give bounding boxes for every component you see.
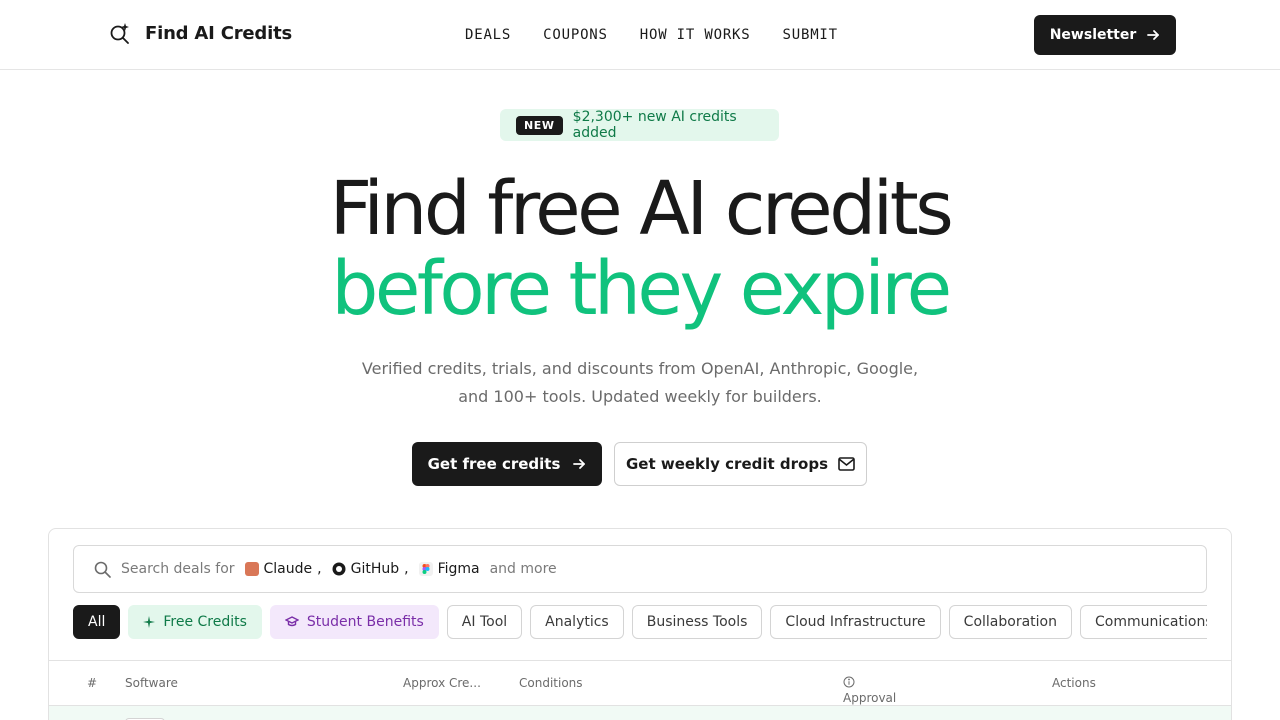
chip-collaboration-label: Collaboration xyxy=(963,614,1057,630)
col-approval-index[interactable]: Approval Index xyxy=(843,676,896,719)
nav-coupons[interactable]: COUPONS xyxy=(543,27,608,43)
chip-student-benefits[interactable]: Student Benefits xyxy=(269,605,439,639)
chip-all[interactable]: All xyxy=(73,605,121,639)
mail-icon xyxy=(838,457,855,471)
search-prefix: Search deals for xyxy=(121,561,235,577)
brand-figma-label: Figma xyxy=(437,561,480,577)
search-suffix: and more xyxy=(489,561,557,577)
newsletter-button[interactable]: Newsletter xyxy=(1034,15,1176,55)
table-header: # Software Approx Cre... Conditions Appr… xyxy=(49,660,1231,719)
arrow-right-icon xyxy=(1147,30,1160,40)
hero-title: Find free AI credits xyxy=(329,166,954,252)
nav-deals[interactable]: DEALS xyxy=(465,27,511,43)
nav-submit[interactable]: SUBMIT xyxy=(783,27,838,43)
announcement-badge[interactable]: NEW $2,300+ new AI credits added xyxy=(500,109,779,141)
table-row[interactable] xyxy=(49,706,1231,720)
chip-communications[interactable]: Communications xyxy=(1079,605,1207,639)
hero-title-accent: before they expire xyxy=(331,246,952,332)
chip-business-tools-label: Business Tools xyxy=(646,614,748,630)
claude-icon xyxy=(244,562,259,576)
chip-student-benefits-label: Student Benefits xyxy=(306,614,424,630)
weekly-credit-drops-label: Get weekly credit drops xyxy=(625,455,829,473)
col-approx-credits[interactable]: Approx Cre... xyxy=(403,676,481,690)
logo[interactable]: Find AI Credits xyxy=(109,22,292,44)
chip-business-tools[interactable]: Business Tools xyxy=(631,605,763,639)
search-brand-github: GitHub, xyxy=(332,561,409,577)
chip-free-credits-label: Free Credits xyxy=(163,614,247,630)
search-sparkle-icon xyxy=(110,23,129,44)
chip-communications-label: Communications xyxy=(1094,614,1207,630)
sparkle-icon xyxy=(143,616,156,628)
chip-analytics-label: Analytics xyxy=(545,614,609,630)
info-icon[interactable] xyxy=(843,676,855,688)
nav-how-it-works[interactable]: HOW IT WORKS xyxy=(640,27,751,43)
get-free-credits-label: Get free credits xyxy=(427,455,561,473)
new-tag: NEW xyxy=(516,115,563,135)
chip-ai-tool[interactable]: AI Tool xyxy=(446,605,523,639)
deals-panel: Search deals for Claude, GitHub, Figma a… xyxy=(48,528,1232,720)
search-brand-figma: Figma xyxy=(418,561,480,577)
chip-collaboration[interactable]: Collaboration xyxy=(948,605,1072,639)
chip-free-credits[interactable]: Free Credits xyxy=(128,605,262,639)
col-actions: Actions xyxy=(1052,676,1096,690)
github-icon xyxy=(332,562,346,576)
chip-cloud-infrastructure[interactable]: Cloud Infrastructure xyxy=(770,605,941,639)
chip-cloud-infrastructure-label: Cloud Infrastructure xyxy=(785,614,926,630)
logo-text: Find AI Credits xyxy=(145,22,292,44)
search-brand-claude: Claude, xyxy=(244,561,322,577)
arrow-right-icon xyxy=(573,459,586,469)
chip-ai-tool-label: AI Tool xyxy=(461,614,508,630)
search-icon xyxy=(94,561,111,578)
hero-subtitle-line2: and 100+ tools. Updated weekly for build… xyxy=(458,387,822,406)
graduation-cap-icon xyxy=(284,616,299,627)
brand-github-label: GitHub xyxy=(350,561,400,577)
weekly-credit-drops-button[interactable]: Get weekly credit drops xyxy=(614,442,867,486)
figma-icon xyxy=(418,562,433,576)
newsletter-label: Newsletter xyxy=(1049,27,1137,43)
get-free-credits-button[interactable]: Get free credits xyxy=(412,442,602,486)
brand-claude-label: Claude xyxy=(263,561,313,577)
site-header: Find AI Credits DEALS COUPONS HOW IT WOR… xyxy=(0,0,1280,70)
chip-all-label: All xyxy=(88,614,106,630)
category-filters: All Free Credits Student Benefits AI Too… xyxy=(73,605,1207,639)
announcement-text: $2,300+ new AI credits added xyxy=(572,109,737,141)
chip-analytics[interactable]: Analytics xyxy=(530,605,624,639)
main-nav: DEALS COUPONS HOW IT WORKS SUBMIT xyxy=(465,27,838,43)
hero-subtitle: Verified credits, trials, and discounts … xyxy=(340,355,940,411)
col-rank: # xyxy=(87,676,98,690)
search-input[interactable]: Search deals for Claude, GitHub, Figma a… xyxy=(73,545,1207,593)
col-software[interactable]: Software xyxy=(125,676,178,690)
col-conditions: Conditions xyxy=(519,676,583,690)
hero-subtitle-line1: Verified credits, trials, and discounts … xyxy=(361,359,919,378)
